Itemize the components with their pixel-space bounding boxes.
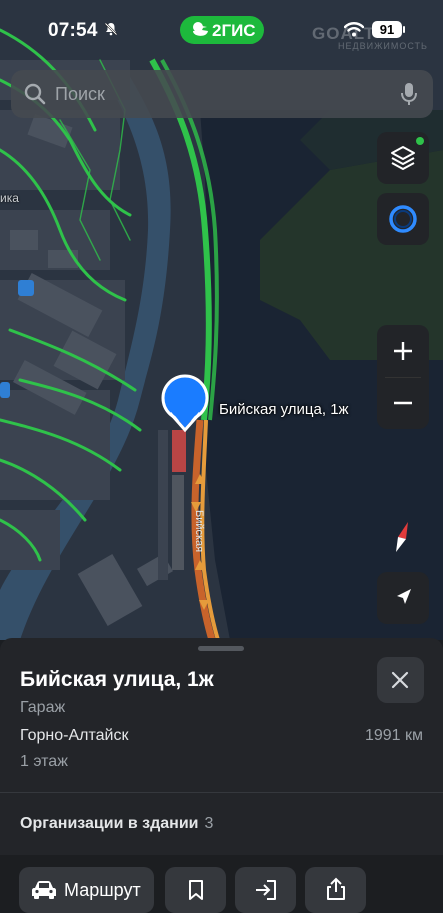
- wifi-icon: [344, 22, 364, 37]
- app-badge[interactable]: 2ГИС: [180, 16, 264, 44]
- organizations-count: 3: [204, 815, 214, 832]
- place-distance: 1991 км: [364, 727, 423, 744]
- route-label: Маршрут: [64, 880, 141, 900]
- place-category: Гараж: [20, 699, 66, 716]
- place-title: Бийская улица, 1ж: [20, 668, 214, 691]
- place-city: Горно-Алтайск: [20, 727, 129, 744]
- battery-level: 91: [372, 21, 402, 38]
- place-card: Бийская улица, 1ж Гараж Горно-Алтайск 19…: [0, 638, 443, 913]
- organizations-link[interactable]: Организации в здании 3: [20, 815, 213, 833]
- zoom-control: [377, 325, 429, 429]
- organizations-label: Организации в здании: [20, 815, 199, 832]
- microphone-icon[interactable]: [399, 81, 419, 107]
- street-label: Бийская: [193, 510, 205, 552]
- share-icon: [327, 877, 345, 900]
- bookmark-button[interactable]: [165, 867, 226, 913]
- search-bar[interactable]: Поиск: [11, 70, 433, 118]
- entrance-icon: [256, 880, 276, 900]
- layers-button[interactable]: [377, 132, 429, 184]
- route-button[interactable]: Маршрут: [19, 867, 154, 913]
- watermark-subtext: НЕДВИЖИМОСТЬ: [338, 41, 428, 51]
- bell-muted-icon: [104, 22, 118, 36]
- app-badge-label: 2ГИС: [212, 21, 256, 40]
- search-icon: [24, 83, 46, 105]
- close-button[interactable]: [377, 657, 424, 703]
- share-button[interactable]: [305, 867, 366, 913]
- search-placeholder: Поиск: [55, 84, 105, 104]
- drag-handle[interactable]: [198, 646, 244, 651]
- layers-badge: [416, 137, 424, 145]
- battery-tip: [403, 26, 405, 33]
- assistant-button[interactable]: [377, 193, 429, 245]
- duck-logo-icon: [193, 22, 208, 36]
- compass-icon[interactable]: [390, 520, 416, 554]
- my-location-icon: [397, 589, 411, 604]
- car-icon: [32, 881, 56, 899]
- zoom-out-icon[interactable]: [377, 377, 429, 429]
- marker-label[interactable]: Бийская улица, 1ж: [219, 401, 349, 418]
- divider: [0, 792, 443, 793]
- assistant-icon: [389, 205, 417, 233]
- entrance-button[interactable]: [235, 867, 296, 913]
- zoom-in-icon[interactable]: [377, 325, 429, 377]
- clock: 07:54: [48, 20, 98, 41]
- map-place-label: ика: [0, 191, 19, 205]
- bookmark-icon: [189, 880, 203, 900]
- place-floor: 1 этаж: [20, 753, 68, 770]
- my-location-button[interactable]: [377, 572, 429, 624]
- status-bar: 07:54 2ГИС GOALT НЕДВИЖИМОСТЬ 91: [0, 0, 443, 60]
- close-icon: [391, 671, 409, 689]
